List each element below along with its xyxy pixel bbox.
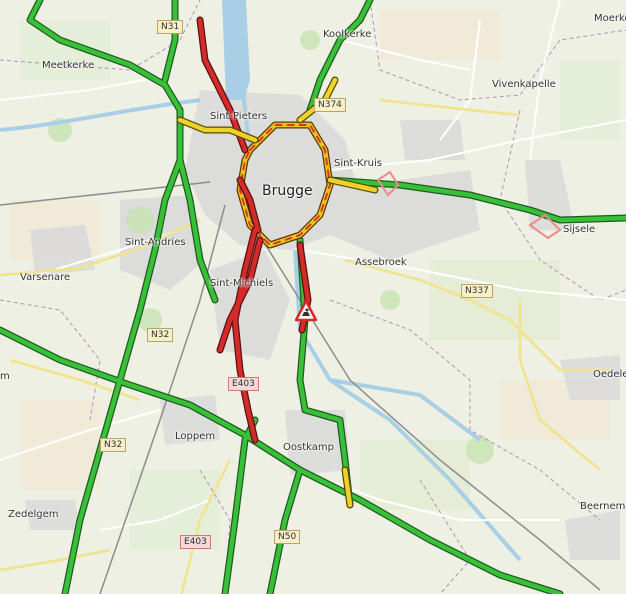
place-label-vivenkapelle: Vivenkapelle xyxy=(492,79,556,90)
road-shield-n32-south: N32 xyxy=(100,438,127,452)
place-label-left-edge: m xyxy=(0,371,10,382)
road-shield-e403-south: E403 xyxy=(180,535,211,549)
water-bodies xyxy=(222,0,250,100)
place-label-sijsele: Sijsele xyxy=(563,224,596,235)
place-label-sint-michiels: Sint-Michiels xyxy=(210,278,274,289)
road-shield-n337: N337 xyxy=(461,284,493,298)
place-label-zedelgem: Zedelgem xyxy=(8,509,59,520)
roadworks-warning-icon[interactable] xyxy=(295,300,317,322)
map-view[interactable]: Meetkerke Koolkerke Vivenkapelle Moerke … xyxy=(0,0,626,594)
place-label-sint-pieters: Sint-Pieters xyxy=(210,111,268,122)
road-shield-n31: N31 xyxy=(157,20,184,34)
road-shield-n32: N32 xyxy=(147,328,174,342)
city-label: Brugge xyxy=(262,183,313,199)
place-label-sint-andries: Sint-Andries xyxy=(125,237,186,248)
place-label-beernem: Beernem xyxy=(580,501,626,512)
place-label-loppem: Loppem xyxy=(175,431,216,442)
place-label-varsenare: Varsenare xyxy=(20,272,71,283)
place-label-meetkerke: Meetkerke xyxy=(42,60,95,71)
place-label-oedelem: Oedele xyxy=(593,369,626,380)
place-label-koolkerke: Koolkerke xyxy=(323,29,372,40)
place-label-moerkerke: Moerke xyxy=(594,13,626,24)
road-shield-n374: N374 xyxy=(314,98,346,112)
place-label-sint-kruis: Sint-Kruis xyxy=(334,158,382,169)
place-label-oostkamp: Oostkamp xyxy=(283,442,334,453)
road-shield-n50: N50 xyxy=(274,530,301,544)
place-label-assebroek: Assebroek xyxy=(355,257,407,268)
road-shield-e403: E403 xyxy=(228,377,259,391)
